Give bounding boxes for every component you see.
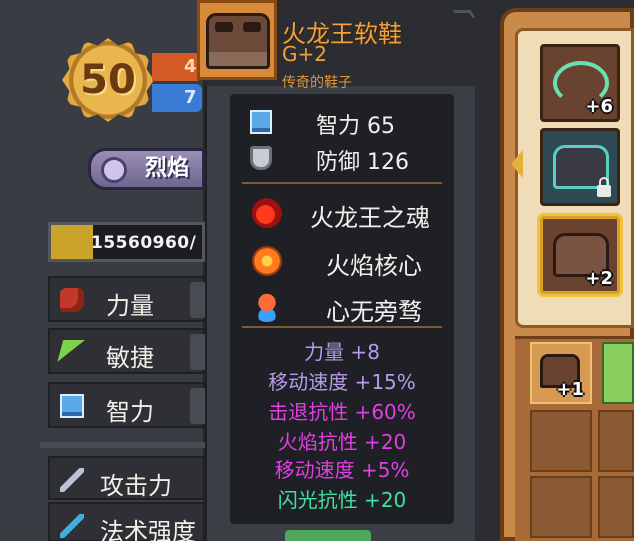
- stat-row-agility: 敏捷: [48, 328, 210, 374]
- sword-icon: [60, 468, 84, 492]
- stat-label: 力量: [106, 292, 154, 320]
- bag-slot[interactable]: [602, 342, 634, 404]
- item-grade: G+2: [282, 42, 327, 66]
- fire-soul-icon: [252, 198, 282, 228]
- lock-icon: [597, 177, 611, 197]
- level-badge: 50: [62, 38, 154, 122]
- corner-decoration: [452, 10, 476, 18]
- item-icon: [197, 0, 277, 80]
- equipment-slot-boots[interactable]: +2: [540, 216, 620, 294]
- bonus-stat: 力量 +8: [304, 340, 380, 364]
- trait-row: 火焰核心: [230, 238, 454, 284]
- stat-row-attack: 攻击力: [48, 456, 205, 500]
- stat-label: 攻击力: [100, 472, 172, 500]
- skill-banner[interactable]: 烈焰: [88, 148, 205, 190]
- skill-name: 烈焰: [145, 156, 190, 181]
- attribute-value: 126: [367, 150, 410, 175]
- attribute-label: 智力: [316, 114, 361, 139]
- level-number: 50: [80, 57, 136, 103]
- divider: [40, 442, 205, 448]
- trait-label: 心无旁骛: [326, 298, 422, 326]
- wand-icon: [60, 514, 84, 538]
- stat-points-red: 4: [152, 53, 202, 81]
- trait-label: 火焰核心: [326, 252, 422, 280]
- equipment-slot-armor[interactable]: [540, 128, 620, 206]
- equipment-slot-weapon[interactable]: +6: [540, 44, 620, 122]
- bonus-stat: 闪光抗性 +20: [277, 488, 407, 512]
- attribute-defense: 防御 126: [230, 140, 454, 176]
- bag-slot[interactable]: +1: [530, 342, 592, 404]
- item-type: 传奇的鞋子: [282, 75, 352, 91]
- attribute-value: 65: [367, 114, 396, 139]
- bonus-stat: 击退抗性 +60%: [268, 400, 416, 424]
- skill-icon: [101, 157, 127, 183]
- bonus-stat: 移动速度 +15%: [268, 370, 416, 394]
- experience-bar: 15560960/: [48, 222, 205, 262]
- trait-label: 火龙王之魂: [310, 204, 430, 232]
- bag-slot[interactable]: [530, 410, 592, 472]
- separator: [242, 182, 442, 184]
- fist-icon: [60, 288, 84, 312]
- stat-label: 法术强度: [100, 518, 196, 541]
- shield-icon: [250, 146, 272, 170]
- item-tooltip: 智力 65 防御 126 火龙王之魂 火焰核心 心无旁骛 力量 +8 移动速度 …: [205, 86, 475, 541]
- slot-enhance-level: +6: [585, 96, 613, 117]
- bonus-stat: 移动速度 +5%: [274, 458, 410, 482]
- tooltip-body: 智力 65 防御 126 火龙王之魂 火焰核心 心无旁骛 力量 +8 移动速度 …: [230, 94, 454, 524]
- stat-points-blue: 7: [152, 84, 202, 112]
- attribute-label: 防御: [316, 150, 361, 175]
- stat-row-strength: 力量: [48, 276, 210, 322]
- bag-slot[interactable]: [598, 410, 634, 472]
- experience-text: 15560960/: [91, 233, 197, 253]
- experience-fill: [51, 225, 94, 259]
- book-icon: [250, 110, 272, 134]
- attribute-intelligence: 智力 65: [230, 104, 454, 140]
- trait-row: 心无旁骛: [230, 284, 454, 330]
- focus-icon: [252, 292, 282, 322]
- slot-enhance-level: +1: [556, 379, 584, 400]
- bonus-stat: 火焰抗性 +20: [277, 430, 407, 454]
- tooltip-action-button[interactable]: [285, 530, 371, 541]
- bag-slot[interactable]: [598, 476, 634, 538]
- stat-label: 敏捷: [106, 344, 154, 372]
- stat-label: 智力: [106, 398, 154, 426]
- slot-enhance-level: +2: [585, 268, 613, 289]
- boots-icon: [206, 13, 270, 69]
- bag-slot[interactable]: [530, 476, 592, 538]
- book-icon: [60, 394, 84, 418]
- trait-row: 火龙王之魂: [230, 190, 454, 236]
- fire-core-icon: [252, 246, 282, 276]
- stat-row-intelligence: 智力: [48, 382, 210, 428]
- stat-row-spell-power: 法术强度: [48, 502, 205, 541]
- separator: [242, 326, 442, 328]
- feather-icon: [56, 340, 88, 364]
